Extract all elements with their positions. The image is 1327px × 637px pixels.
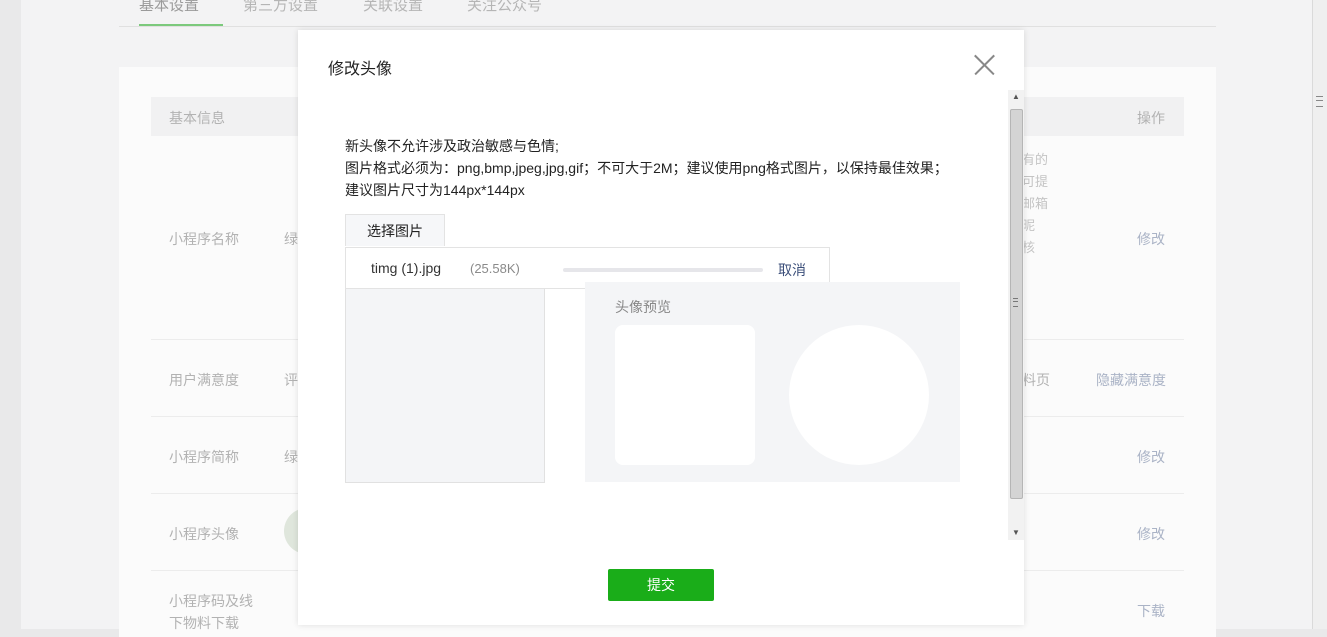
tab-related-settings[interactable]: 关联设置 <box>363 0 423 24</box>
scroll-down-icon[interactable]: ▼ <box>1008 526 1024 540</box>
header-basic-info: 基本信息 <box>169 110 225 126</box>
window-scrollbar[interactable] <box>1312 0 1327 629</box>
row-value-name: 绿 <box>284 231 298 247</box>
preview-label: 头像预览 <box>615 299 671 315</box>
scrollbar-grip-icon <box>1013 298 1018 307</box>
row-label-name: 小程序名称 <box>169 231 239 247</box>
tab-basic-settings[interactable]: 基本设置 <box>139 0 223 26</box>
row-label-short-name: 小程序简称 <box>169 449 239 465</box>
modify-name-link[interactable]: 修改 <box>1137 229 1165 249</box>
dialog-scrollbar[interactable]: ▲ ▼ <box>1008 90 1024 540</box>
side-note-line: 可提 <box>1022 174 1049 189</box>
side-note: 有的 可提 邮箱 昵 核 <box>1022 149 1048 259</box>
file-name: timg (1).jpg <box>371 260 442 276</box>
modify-avatar-link[interactable]: 修改 <box>1137 524 1165 544</box>
file-size: (25.58K) <box>470 261 520 276</box>
submit-button[interactable]: 提交 <box>608 569 714 601</box>
side-note-line: 昵 <box>1022 218 1036 233</box>
header-action: 操作 <box>1137 110 1165 126</box>
instruction-line: 图片格式必须为：png,bmp,jpeg,jpg,gif；不可大于2M；建议使用… <box>345 160 948 198</box>
download-qrcode-link[interactable]: 下载 <box>1137 601 1165 621</box>
row-value-short-name: 绿 <box>284 449 298 465</box>
row-side-satisfaction: 料页 <box>1022 372 1050 388</box>
hide-satisfaction-link[interactable]: 隐藏满意度 <box>1096 370 1166 390</box>
dialog-title: 修改头像 <box>328 61 393 78</box>
cancel-upload-link[interactable]: 取消 <box>778 260 806 280</box>
instruction-line: 新头像不允许涉及政治敏感与色情; <box>345 138 559 154</box>
close-icon[interactable] <box>974 54 996 76</box>
change-avatar-dialog: 修改头像 新头像不允许涉及政治敏感与色情; 图片格式必须为：png,bmp,jp… <box>298 30 1024 625</box>
row-label-avatar: 小程序头像 <box>169 526 239 542</box>
row-label-satisfaction: 用户满意度 <box>169 372 239 388</box>
choose-image-button[interactable]: 选择图片 <box>345 214 445 246</box>
scroll-up-icon[interactable]: ▲ <box>1008 90 1024 104</box>
tab-follow-official-account[interactable]: 关注公众号 <box>467 0 542 24</box>
preview-circle <box>789 325 929 465</box>
side-note-line: 邮箱 <box>1022 196 1049 211</box>
modify-short-name-link[interactable]: 修改 <box>1137 447 1165 467</box>
scrollbar-grip-icon <box>1316 96 1323 107</box>
side-note-line: 核 <box>1022 240 1036 255</box>
settings-tabs: 基本设置 第三方设置 关联设置 关注公众号 <box>119 0 1216 27</box>
avatar-preview: 头像预览 <box>585 282 960 482</box>
upload-progress-bar <box>563 268 763 272</box>
tab-third-party-settings[interactable]: 第三方设置 <box>243 0 318 24</box>
row-label-qrcode: 小程序码及线下物料下载 <box>169 593 253 631</box>
upload-instructions: 新头像不允许涉及政治敏感与色情; 图片格式必须为：png,bmp,jpeg,jp… <box>345 135 955 201</box>
row-value-satisfaction: 评 <box>284 372 298 388</box>
preview-square <box>615 325 755 465</box>
scrollbar-thumb[interactable] <box>1010 109 1023 499</box>
crop-area[interactable] <box>345 279 545 483</box>
side-note-line: 有的 <box>1022 152 1049 167</box>
